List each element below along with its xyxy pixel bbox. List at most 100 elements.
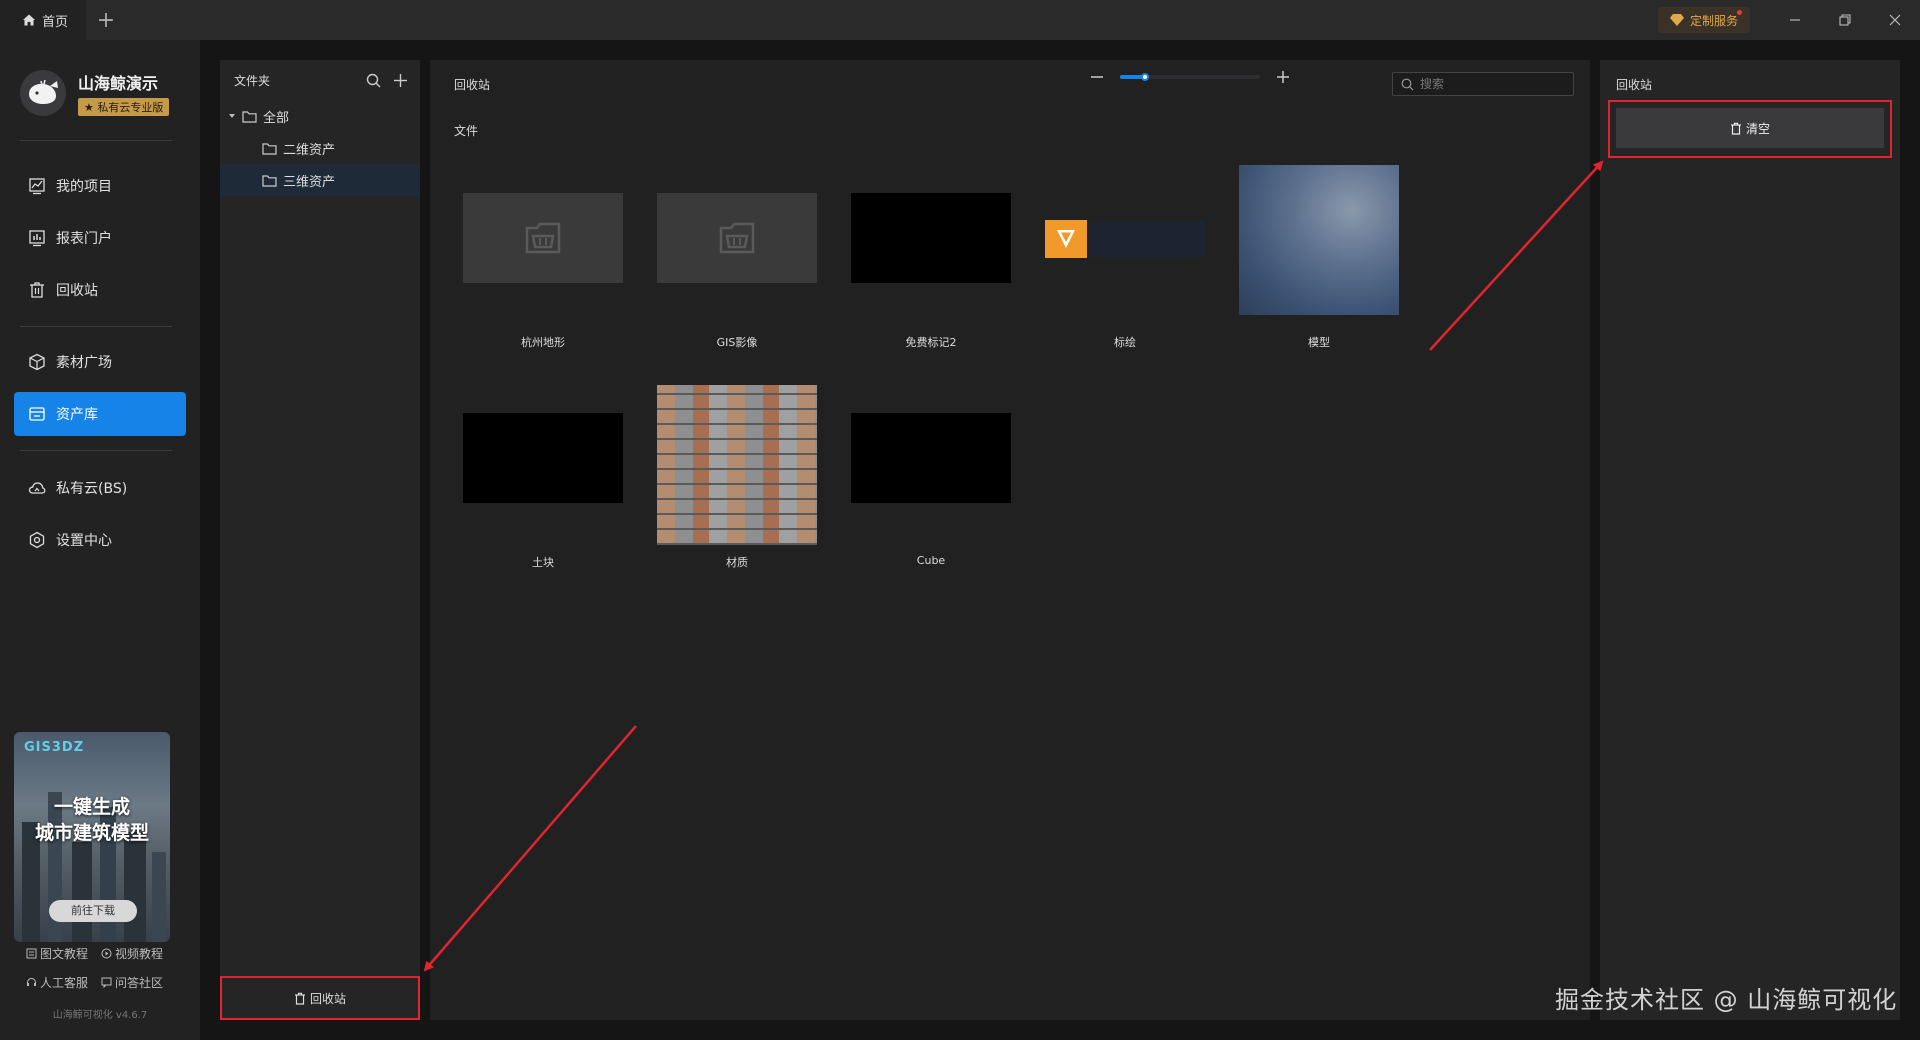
folder-basket-icon xyxy=(525,222,561,254)
restore-icon xyxy=(1839,14,1851,26)
asset-thumbnail xyxy=(463,413,623,503)
folder-panel: 文件夹 全部 二维资产 三维资产 回收站 xyxy=(220,60,420,1020)
minimize-button[interactable] xyxy=(1770,0,1820,40)
panel-title: 回收站 xyxy=(1616,78,1653,92)
help-video-tutorial[interactable]: 视频教程 xyxy=(101,945,176,962)
asset-thumbnail xyxy=(851,413,1011,503)
zoom-in-icon[interactable] xyxy=(1276,70,1290,84)
notification-dot xyxy=(1737,10,1742,15)
zoom-control xyxy=(1090,70,1290,84)
close-icon xyxy=(1889,14,1901,26)
sidebar: 山海鲸演示 ★ 私有云专业版 我的项目 报表门户 回收站 素材广场 资产库 私有… xyxy=(0,40,200,1040)
tab-home[interactable]: 首页 xyxy=(0,0,87,40)
search-box xyxy=(1392,72,1574,96)
recycle-detail-panel: 回收站 清空 xyxy=(1600,60,1900,1020)
nav-asset-library[interactable]: 资产库 xyxy=(14,392,186,436)
close-button[interactable] xyxy=(1870,0,1920,40)
search-icon xyxy=(1401,78,1414,90)
plus-icon[interactable] xyxy=(393,73,408,88)
asset-label: 土块 xyxy=(532,556,554,569)
help-links: 图文教程 视频教程 人工客服 问答社区 xyxy=(26,945,176,991)
tree-item-2d-assets[interactable]: 二维资产 xyxy=(220,132,420,164)
tab-home-label: 首页 xyxy=(42,14,69,30)
zoom-slider[interactable] xyxy=(1120,73,1260,81)
chat-icon xyxy=(101,977,112,988)
tree-label: 三维资产 xyxy=(283,174,336,190)
custom-service-button[interactable]: 定制服务 xyxy=(1657,7,1750,33)
nav-label: 素材广场 xyxy=(56,355,112,371)
asset-label: 材质 xyxy=(726,556,748,569)
promo-banner[interactable]: GIS3DZ 一键生成 城市建筑模型 前往下载 xyxy=(14,732,170,942)
cube-icon xyxy=(29,353,45,371)
add-tab-button[interactable]: + xyxy=(86,0,126,40)
promo-brand: GIS3DZ xyxy=(24,740,85,755)
asset-icon xyxy=(29,407,45,421)
asset-thumbnail xyxy=(1045,165,1205,315)
folder-thumbnail xyxy=(463,193,623,283)
help-customer-service[interactable]: 人工客服 xyxy=(26,974,101,991)
nav-my-projects[interactable]: 我的项目 xyxy=(14,164,186,208)
asset-thumbnail xyxy=(657,385,817,545)
divider xyxy=(20,450,172,451)
asset-label: 免费标记2 xyxy=(905,336,957,349)
play-circle-icon xyxy=(101,948,112,959)
brand: 山海鲸演示 ★ 私有云专业版 xyxy=(20,70,170,116)
nav-material-plaza[interactable]: 素材广场 xyxy=(14,340,186,384)
folder-basket-icon xyxy=(719,222,755,254)
help-text-tutorial[interactable]: 图文教程 xyxy=(26,945,101,962)
nav-report-portal[interactable]: 报表门户 xyxy=(14,216,186,260)
watermark: 掘金技术社区 @ 山海鲸可视化 xyxy=(1555,986,1898,1014)
nav-label: 报表门户 xyxy=(56,231,112,247)
document-icon xyxy=(26,948,37,959)
trash-icon xyxy=(30,282,44,298)
asset-label: 模型 xyxy=(1308,336,1330,349)
highlight-box-recycle xyxy=(220,976,420,1020)
nav-label: 资产库 xyxy=(56,407,98,423)
folder-header: 文件夹 xyxy=(220,60,420,100)
download-button[interactable]: 前往下载 xyxy=(49,900,137,922)
tree-label: 二维资产 xyxy=(283,142,336,158)
diamond-icon xyxy=(1669,14,1684,26)
tree-label: 全部 xyxy=(263,110,290,126)
brand-name: 山海鲸演示 xyxy=(78,74,159,93)
minimize-icon xyxy=(1790,19,1800,21)
folder-thumbnail xyxy=(657,193,817,283)
search-icon[interactable] xyxy=(366,73,381,88)
nav-label: 私有云(BS) xyxy=(56,481,128,497)
title-bar: 首页 + 定制服务 xyxy=(0,0,1920,40)
promo-title: 一键生成 城市建筑模型 xyxy=(34,796,149,844)
version-text: 山海鲸可视化 v4.6.7 xyxy=(52,1010,148,1021)
asset-thumbnail xyxy=(851,193,1011,283)
caret-down-icon xyxy=(229,114,235,118)
zoom-out-icon[interactable] xyxy=(1090,70,1104,84)
marker-pin-icon xyxy=(1045,220,1087,258)
nav-label: 设置中心 xyxy=(56,533,112,549)
edition-badge: ★ 私有云专业版 xyxy=(78,98,170,116)
whale-logo-icon xyxy=(20,70,66,116)
asset-label: 杭州地形 xyxy=(521,336,565,349)
search-input[interactable] xyxy=(1420,77,1560,91)
asset-label: 标绘 xyxy=(1114,336,1136,349)
restore-button[interactable] xyxy=(1820,0,1870,40)
highlight-box-clear xyxy=(1608,100,1892,158)
nav-settings[interactable]: 设置中心 xyxy=(14,518,186,562)
tree-item-3d-assets[interactable]: 三维资产 xyxy=(220,164,420,196)
asset-label: Cube xyxy=(916,554,946,567)
divider xyxy=(20,140,172,141)
app-window: 首页 + 定制服务 山海鲸演示 ★ 私有云专业版 我的项目 报表门户 回收站 素… xyxy=(0,0,1920,1040)
chart-line-icon xyxy=(29,178,45,195)
headset-icon xyxy=(27,977,36,986)
tree-item-all[interactable]: 全部 xyxy=(220,100,420,132)
folder-icon xyxy=(242,110,257,123)
zoom-slider-handle[interactable] xyxy=(1141,73,1149,81)
nav-recycle-bin[interactable]: 回收站 xyxy=(14,268,186,312)
divider xyxy=(20,326,172,327)
help-qa-community[interactable]: 问答社区 xyxy=(101,974,176,991)
nav-label: 我的项目 xyxy=(56,179,112,195)
nav-private-cloud[interactable]: 私有云(BS) xyxy=(14,466,186,510)
page-title: 回收站 xyxy=(454,78,491,92)
folder-panel-title: 文件夹 xyxy=(234,73,271,88)
main-content: 回收站 文件 杭州地形 GIS影像 xyxy=(430,60,1590,1020)
asset-thumbnail xyxy=(1239,165,1399,315)
settings-icon xyxy=(29,531,45,549)
